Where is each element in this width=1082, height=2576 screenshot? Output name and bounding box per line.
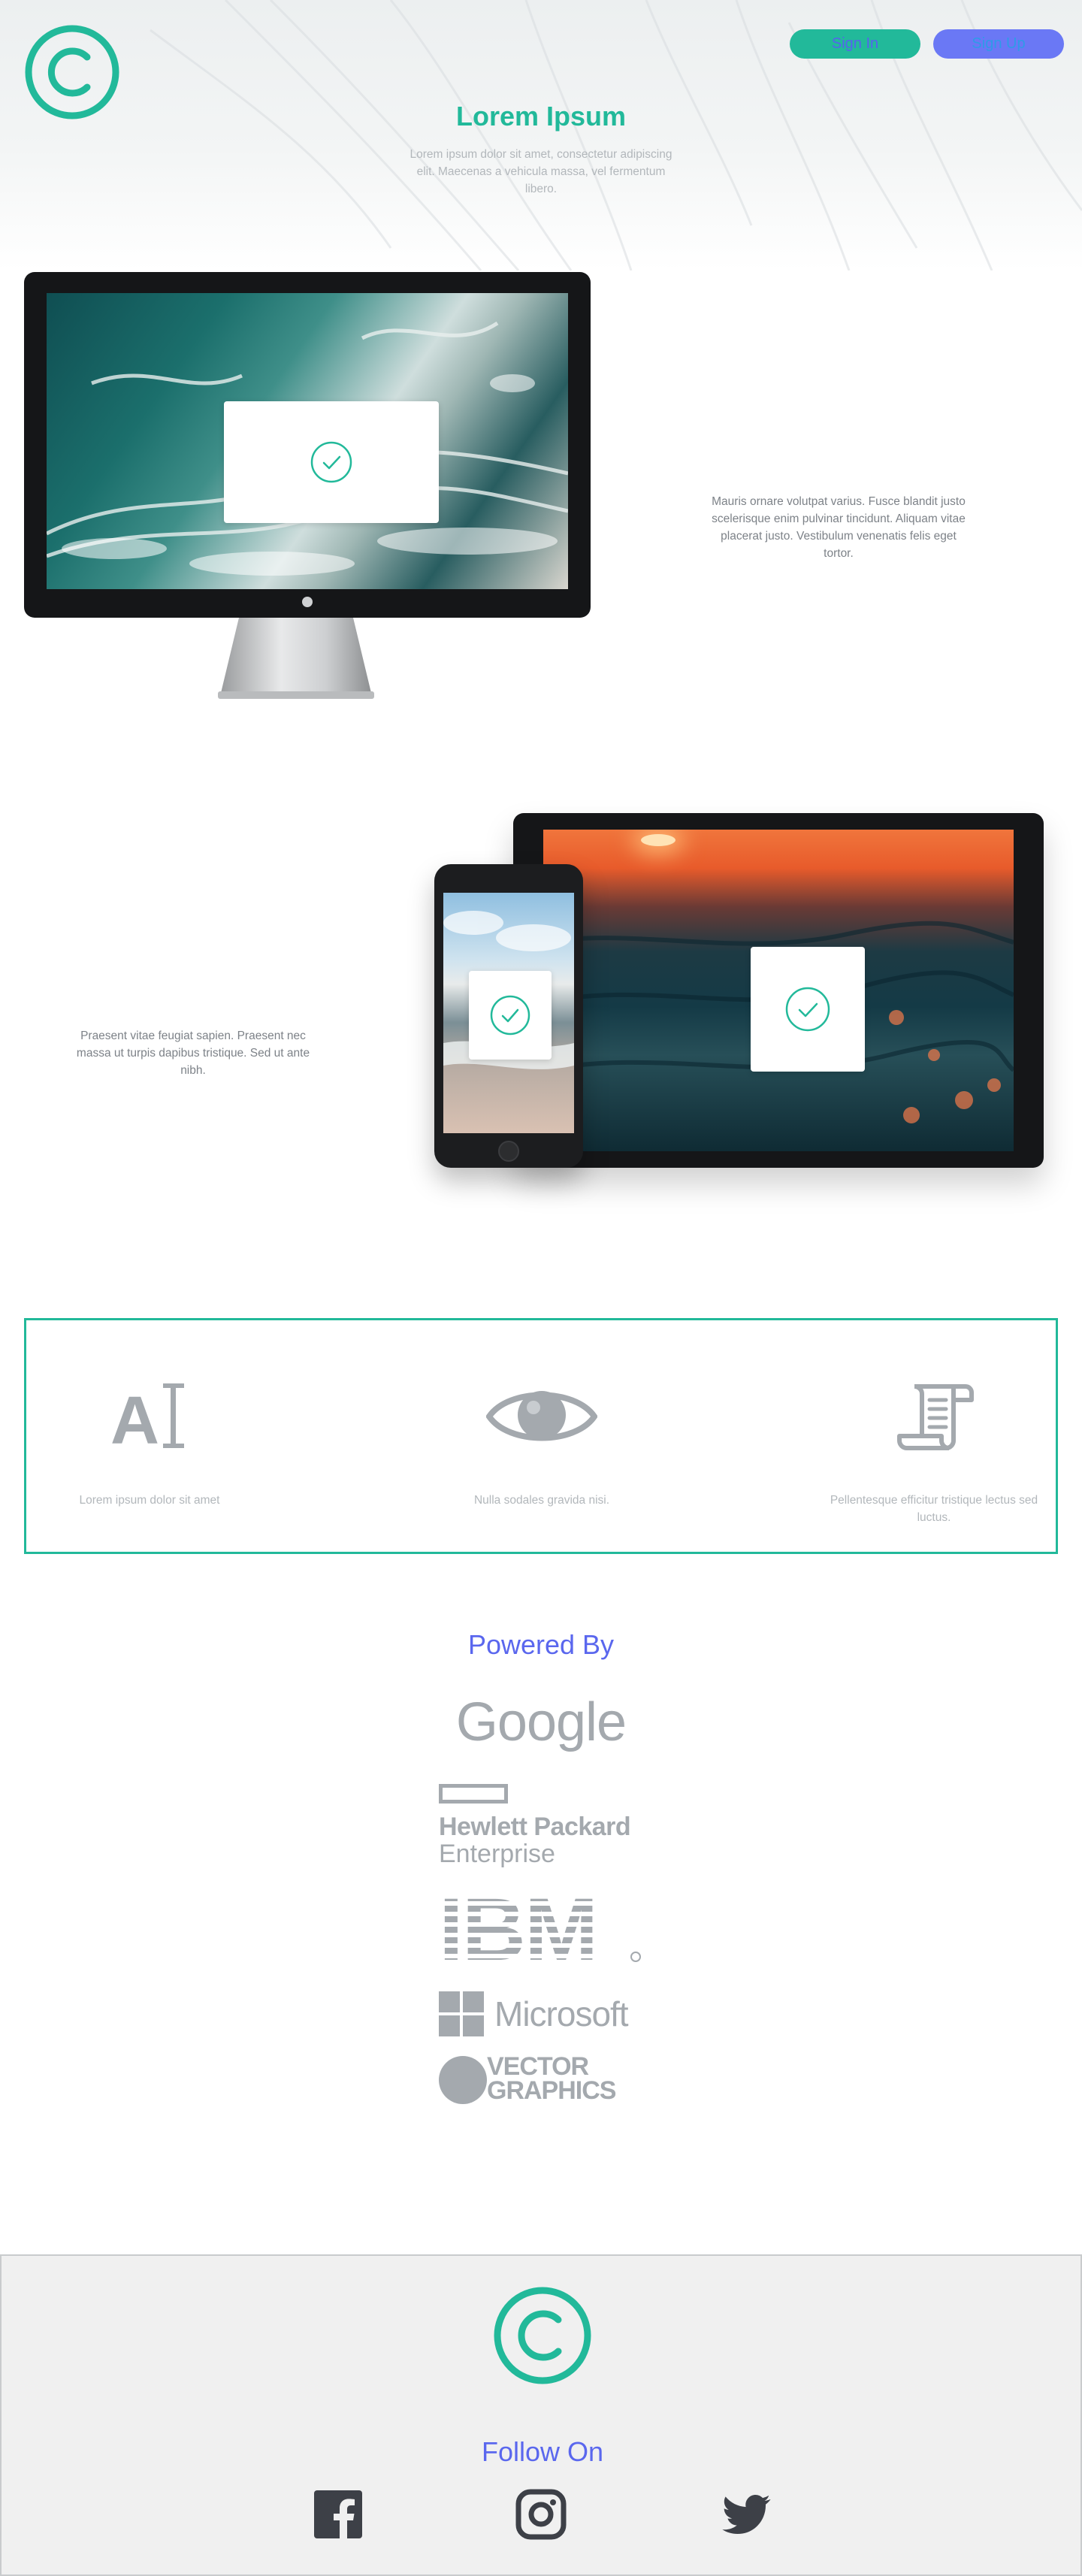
hpe-logo-line1: Hewlett Packard <box>439 1813 631 1841</box>
svg-text:A: A <box>110 1383 159 1450</box>
confirmation-card <box>469 971 552 1060</box>
vector-graphics-circle-mark <box>439 2056 487 2104</box>
vector-line: VECTOR <box>487 2052 589 2081</box>
page-title: Lorem Ipsum <box>455 101 627 132</box>
phone-screen-beach-image <box>443 893 574 1133</box>
google-logo: Google <box>455 1692 627 1752</box>
ibm-logo: IBM <box>439 1891 643 1966</box>
vector-graphics-logo: VECTOR GRAPHICS <box>439 2054 643 2106</box>
confirmation-card <box>751 947 865 1072</box>
feature-label: Pellentesque efficitur tristique lectus … <box>830 1494 1038 1524</box>
scroll-icon <box>897 1384 974 1450</box>
features-box: A Lorem ipsum dolor sit amet Nulla sodal… <box>24 1318 1058 1554</box>
phone-mockup <box>434 864 583 1168</box>
check-circle-icon <box>785 987 830 1032</box>
apple-logo-icon <box>302 597 313 607</box>
monitor-stand-base <box>218 691 374 699</box>
check-circle-icon <box>490 995 530 1036</box>
text-cursor-icon: A <box>110 1383 184 1450</box>
microsoft-wordmark: Microsoft <box>494 1994 629 2033</box>
hero-section: Sign In Sign Up Lorem Ipsum Lorem ipsum … <box>0 0 1082 271</box>
instagram-icon[interactable] <box>514 2487 568 2541</box>
feature-label: Lorem ipsum dolor sit amet <box>79 1494 220 1507</box>
tablet-screen-sunset-image <box>543 830 1014 1151</box>
check-circle-icon <box>310 441 352 483</box>
twitter-icon[interactable] <box>719 2487 773 2541</box>
sign-in-button[interactable]: Sign In <box>790 29 920 59</box>
monitor-screen-ocean-image <box>47 293 568 589</box>
eye-icon <box>486 1391 597 1441</box>
devices-section-text: Praesent vitae feugiat sapien. Praesent … <box>76 1029 310 1077</box>
monitor-frame <box>24 272 591 618</box>
microsoft-logo: Microsoft <box>439 1991 643 2036</box>
footer: Follow On <box>0 2254 1082 2576</box>
graphics-line: GRAPHICS <box>487 2076 616 2105</box>
desktop-section-text: Mauris ornare volutpat varius. Fusce bla… <box>712 495 966 560</box>
ibm-logo-graphic: IBM <box>439 1895 641 1964</box>
microsoft-windows-icon <box>439 1991 484 2036</box>
hpe-logo-line2: Enterprise <box>439 1840 555 1868</box>
hpe-rectangle-mark <box>439 1784 508 1804</box>
sign-up-button[interactable]: Sign Up <box>933 29 1064 59</box>
phone-home-button <box>498 1141 519 1162</box>
confirmation-card <box>224 401 439 523</box>
hpe-logo: Hewlett Packard Enterprise <box>439 1784 643 1868</box>
copyright-circle-icon[interactable] <box>493 2286 592 2385</box>
feature-label: Nulla sodales gravida nisi. <box>473 1494 610 1507</box>
hero-subtitle: Lorem ipsum dolor sit amet, consectetur … <box>410 148 672 195</box>
follow-on-heading: Follow On <box>481 2436 604 2467</box>
powered-by-heading: Powered By <box>467 1629 615 1660</box>
desktop-monitor-mockup <box>24 272 591 703</box>
vector-graphics-wordmark: VECTOR GRAPHICS <box>487 2052 616 2105</box>
tablet-mockup <box>513 813 1044 1168</box>
facebook-icon[interactable] <box>311 2487 365 2541</box>
monitor-stand <box>221 618 371 693</box>
